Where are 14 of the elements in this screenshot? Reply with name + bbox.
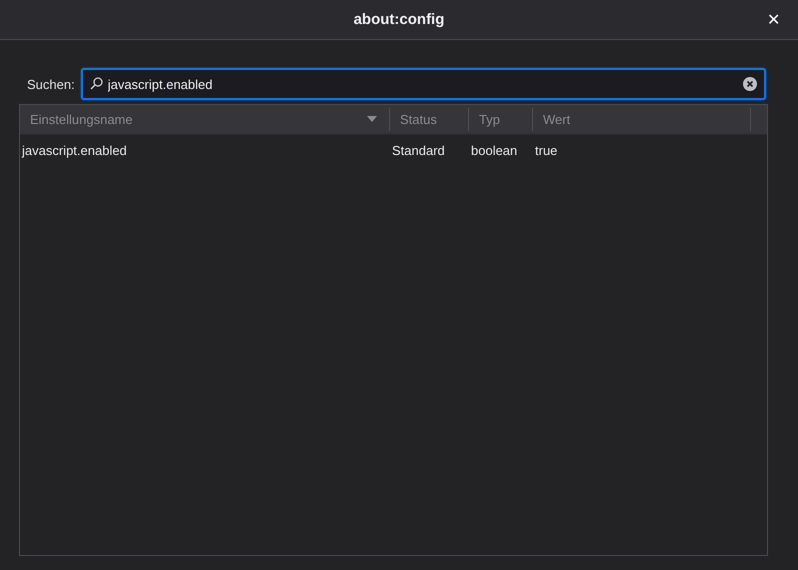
table-row[interactable]: javascript.enabled Standard boolean true xyxy=(20,135,767,165)
column-header[interactable]: Status xyxy=(390,108,469,131)
search-field[interactable]: javascript.enabled xyxy=(80,68,766,100)
table-cell-text: boolean xyxy=(470,142,518,158)
close-button[interactable]: ✕ xyxy=(763,10,784,30)
search-label: Suchen: xyxy=(27,76,75,92)
clear-icon[interactable] xyxy=(743,77,757,91)
window-title: about:config xyxy=(354,11,444,28)
table-cell-text: javascript.enabled xyxy=(20,142,128,158)
column-header[interactable]: Wert xyxy=(533,108,751,131)
table-cell-text: true xyxy=(534,142,558,158)
column-header[interactable]: Typ xyxy=(469,108,533,131)
column-header[interactable]: Einstellungsname xyxy=(20,108,390,131)
table-cell-text: Standard xyxy=(391,142,446,158)
